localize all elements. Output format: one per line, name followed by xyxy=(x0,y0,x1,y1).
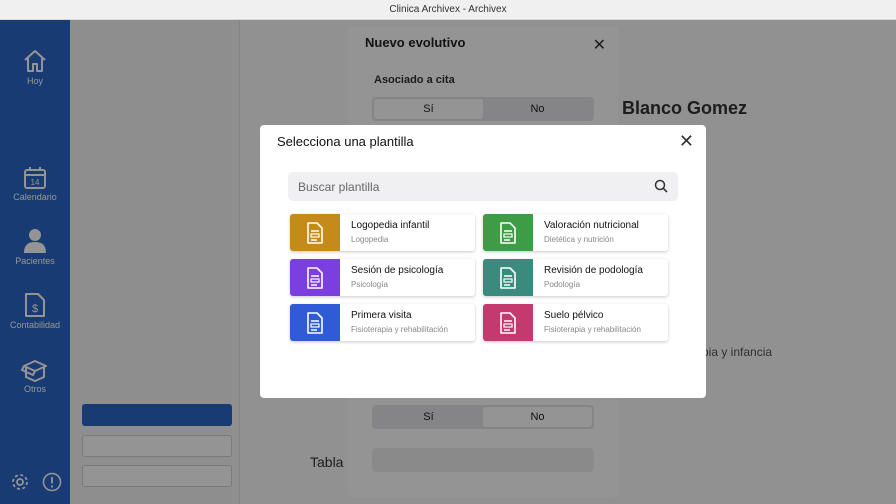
search-icon[interactable] xyxy=(654,179,668,193)
template-category: Logopedia xyxy=(351,235,389,244)
template-category: Psicología xyxy=(351,280,388,289)
template-card-psicologia[interactable]: Sesión de psicología Psicología xyxy=(290,259,475,296)
document-icon xyxy=(500,221,516,244)
template-grid: Logopedia infantil Logopedia Valoración n… xyxy=(290,214,668,341)
document-icon xyxy=(307,221,323,244)
template-swatch xyxy=(290,259,340,296)
search-box xyxy=(288,172,678,201)
close-icon[interactable]: ✕ xyxy=(679,132,694,150)
template-swatch xyxy=(483,304,533,341)
modal-title: Selecciona una plantilla xyxy=(277,134,414,149)
template-card-logopedia[interactable]: Logopedia infantil Logopedia xyxy=(290,214,475,251)
template-name: Logopedia infantil xyxy=(351,220,430,231)
template-swatch xyxy=(483,259,533,296)
template-card-podologia[interactable]: Revisión de podología Podología xyxy=(483,259,668,296)
template-category: Fisioterapia y rehabilitación xyxy=(544,325,641,334)
search-input[interactable] xyxy=(298,172,638,201)
template-category: Fisioterapia y rehabilitación xyxy=(351,325,448,334)
template-category: Podología xyxy=(544,280,581,289)
document-icon xyxy=(500,266,516,289)
template-category: Dietética y nutrición xyxy=(544,235,614,244)
window-title: Clinica Archivex - Archivex xyxy=(0,0,896,20)
template-swatch xyxy=(290,304,340,341)
document-icon xyxy=(500,311,516,334)
document-icon xyxy=(307,266,323,289)
template-card-suelo-pelvico[interactable]: Suelo pélvico Fisioterapia y rehabilitaci… xyxy=(483,304,668,341)
template-swatch xyxy=(290,214,340,251)
template-card-nutricion[interactable]: Valoración nutricional Dietética y nutric… xyxy=(483,214,668,251)
template-name: Revisión de podología xyxy=(544,265,643,276)
document-icon xyxy=(307,311,323,334)
template-name: Sesión de psicología xyxy=(351,265,444,276)
template-picker-modal: Selecciona una plantilla ✕ Logopedia inf… xyxy=(260,125,706,398)
template-swatch xyxy=(483,214,533,251)
template-name: Suelo pélvico xyxy=(544,310,604,321)
template-name: Primera visita xyxy=(351,310,412,321)
template-card-primera-visita[interactable]: Primera visita Fisioterapia y rehabilitac… xyxy=(290,304,475,341)
template-name: Valoración nutricional xyxy=(544,220,639,231)
